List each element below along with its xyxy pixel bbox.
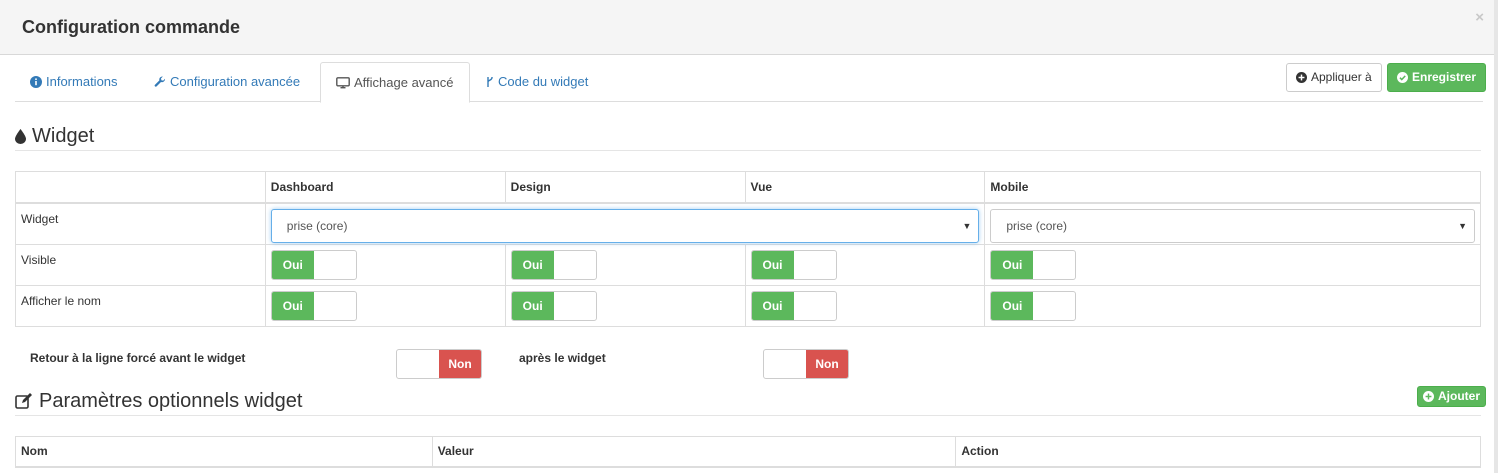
toggle-on-label: Oui [991, 250, 1034, 279]
tab-affichage-avance[interactable]: Affichage avancé [320, 62, 470, 103]
modal-title: Configuration commande [22, 17, 241, 37]
line-break-before-label: Retour à la ligne forcé avant le widget [30, 351, 246, 365]
toggle-cell: Oui [264, 284, 506, 327]
toggle-cell: Oui [984, 284, 1481, 327]
tab-configuration-avancee[interactable]: Configuration avancée [139, 62, 315, 102]
tab-informations[interactable]: Informations [15, 62, 133, 102]
check-circle-icon [1397, 72, 1408, 83]
column-header-design: Design [504, 171, 746, 204]
toggle-on-label: Oui [511, 250, 554, 279]
mobile-widget-cell: prise (core) ▼ [984, 202, 1481, 245]
plus-circle-icon [1423, 391, 1434, 402]
add-label: Ajouter [1438, 389, 1480, 403]
apply-to-button[interactable]: Appliquer à [1286, 63, 1382, 92]
desktop-icon [336, 77, 350, 89]
toggle-cell: Oui [744, 284, 986, 327]
widget-title-text: Widget [32, 125, 95, 147]
toggle-on-label: Oui [271, 250, 314, 279]
toggle-on-label: Oui [751, 250, 794, 279]
table-row-widget: Widget prise (core) ▼ prise (core) ▼ [15, 202, 1481, 245]
widget-section-title: Widget [15, 125, 94, 148]
column-header-vue: Vue [744, 171, 986, 204]
desktop-widget-cell: prise (core) ▼ [264, 202, 986, 245]
add-param-button[interactable]: Ajouter [1417, 386, 1486, 407]
save-label: Enregistrer [1412, 70, 1477, 84]
visible-vue-toggle[interactable]: Oui [750, 249, 837, 280]
toggle-cell: Oui [504, 243, 746, 286]
column-header-action: Action [955, 436, 1481, 468]
column-header-mobile: Mobile [984, 171, 1481, 204]
column-header [15, 171, 266, 204]
line-break-after-toggle[interactable]: Non [763, 349, 849, 379]
row-label: Afficher le nom [15, 284, 266, 327]
show-name-design-toggle[interactable]: Oui [510, 290, 597, 321]
visible-dashboard-toggle[interactable]: Oui [270, 249, 357, 280]
mobile-widget-select[interactable]: prise (core) ▼ [990, 209, 1475, 243]
toggle-on-label: Oui [271, 291, 314, 320]
line-break-after-label: après le widget [519, 351, 606, 365]
column-header-dashboard: Dashboard [264, 171, 506, 204]
table-row-show-name: Afficher le nom Oui Oui Oui Oui [15, 284, 1481, 327]
params-title-text: Paramètres optionnels widget [39, 390, 303, 412]
visible-mobile-toggle[interactable]: Oui [990, 249, 1077, 280]
scrollbar-track[interactable] [1494, 0, 1498, 473]
toggle-off-label: Non [439, 350, 481, 378]
tint-icon [15, 129, 26, 144]
toggle-on-label: Oui [991, 291, 1034, 320]
save-button[interactable]: Enregistrer [1387, 63, 1487, 92]
toggle-on-label: Oui [511, 291, 554, 320]
tab-code-du-widget[interactable]: Code du widget [471, 62, 603, 102]
table-row-visible: Visible Oui Oui Oui Oui [15, 243, 1481, 286]
caret-down-icon: ▼ [962, 221, 972, 231]
row-label: Widget [15, 202, 266, 245]
tab-label: Configuration avancée [170, 74, 301, 89]
wrench-icon [154, 76, 165, 87]
apply-to-label: Appliquer à [1311, 70, 1372, 84]
toggle-cell: Oui [264, 243, 506, 286]
toggle-cell: Oui [984, 243, 1481, 286]
modal-header: Configuration commande × [0, 0, 1498, 55]
close-icon[interactable]: × [1475, 9, 1484, 26]
desktop-widget-select[interactable]: prise (core) ▼ [270, 209, 980, 243]
table-header-row: Dashboard Design Vue Mobile [15, 171, 1481, 204]
caret-down-icon: ▼ [1458, 221, 1467, 231]
edit-icon [15, 393, 32, 409]
show-name-vue-toggle[interactable]: Oui [750, 290, 837, 321]
column-header-nom: Nom [15, 436, 433, 468]
plus-circle-icon [1296, 72, 1307, 83]
code-fork-icon [487, 77, 493, 87]
visible-design-toggle[interactable]: Oui [510, 249, 597, 280]
toggle-off-label: Non [806, 350, 848, 378]
line-break-before-toggle[interactable]: Non [396, 349, 482, 379]
tab-label: Affichage avancé [354, 75, 454, 90]
tab-label: Informations [46, 74, 118, 89]
divider [15, 150, 1481, 151]
toggle-cell: Oui [504, 284, 746, 327]
info-circle-icon [30, 76, 42, 88]
widget-display-table: Dashboard Design Vue Mobile Widget prise… [15, 171, 1481, 327]
divider [15, 415, 1481, 416]
tab-bar: Informations Configuration avancée Affic… [15, 62, 1483, 103]
params-table: Nom Valeur Action [15, 436, 1481, 468]
toggle-cell: Oui [744, 243, 986, 286]
row-label: Visible [15, 243, 266, 286]
params-section-title: Paramètres optionnels widget [15, 390, 302, 413]
select-value: prise (core) [286, 219, 348, 233]
show-name-mobile-toggle[interactable]: Oui [990, 290, 1077, 321]
toggle-on-label: Oui [751, 291, 794, 320]
select-value: prise (core) [1006, 219, 1068, 233]
column-header-valeur: Valeur [431, 436, 957, 468]
show-name-dashboard-toggle[interactable]: Oui [270, 290, 357, 321]
table-header-row: Nom Valeur Action [15, 436, 1481, 468]
tab-label: Code du widget [498, 74, 589, 89]
